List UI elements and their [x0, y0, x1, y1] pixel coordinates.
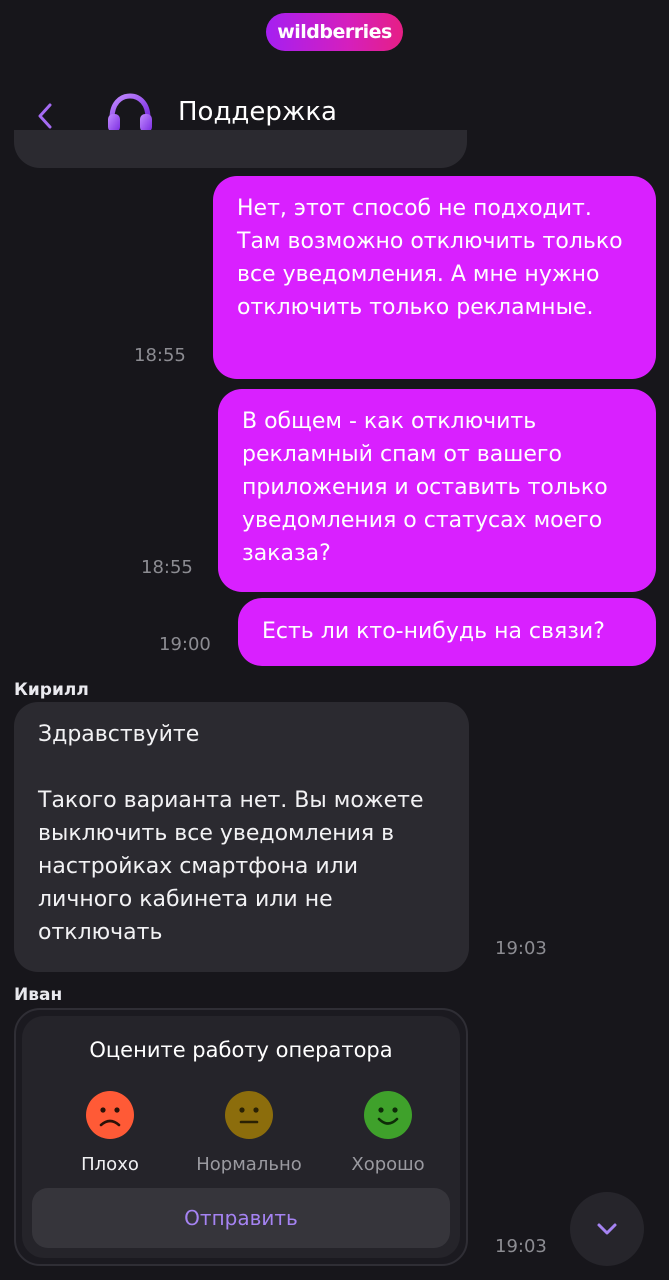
neutral-face-icon — [225, 1091, 273, 1139]
message-greeting: Здравствуйте — [38, 722, 200, 747]
message-time: 18:55 — [141, 557, 193, 578]
back-button[interactable] — [30, 98, 60, 134]
rate-label: Нормально — [196, 1154, 302, 1175]
outgoing-message[interactable]: Нет, этот способ не подходит. Там возмож… — [213, 176, 656, 379]
rating-title: Оцените работу оператора — [89, 1038, 393, 1062]
outgoing-message[interactable]: В общем - как отключить рекламный спам о… — [218, 389, 656, 592]
message-text: В общем - как отключить рекламный спам о… — [242, 409, 608, 566]
wildberries-logo: wildberries — [266, 13, 403, 51]
logo-text: wildberries — [277, 21, 392, 43]
message-time: 19:03 — [495, 1236, 547, 1257]
sender-name: Кирилл — [14, 680, 89, 700]
rate-bad[interactable]: Плохо — [40, 1090, 180, 1175]
outgoing-message[interactable]: Есть ли кто-нибудь на связи? — [238, 598, 656, 666]
message-text: Есть ли кто-нибудь на связи? — [262, 619, 605, 644]
scroll-down-button[interactable] — [570, 1192, 644, 1266]
rate-normal[interactable]: Нормально — [179, 1090, 319, 1175]
chevron-left-icon — [38, 103, 52, 129]
message-time: 18:55 — [134, 345, 186, 366]
sender-name: Иван — [14, 985, 63, 1005]
rate-good[interactable]: Хорошо — [318, 1090, 458, 1175]
rating-card: Оцените работу оператора Плохо Нормально — [14, 1008, 468, 1266]
rating-panel: Оцените работу оператора Плохо Нормально — [22, 1016, 460, 1258]
sad-face-icon — [86, 1091, 134, 1139]
message-text: Такого варианта нет. Вы можете выключить… — [38, 788, 424, 945]
rate-label: Плохо — [81, 1154, 139, 1175]
chevron-down-icon — [597, 1223, 617, 1235]
message-time: 19:03 — [495, 938, 547, 959]
smile-face-icon — [364, 1091, 412, 1139]
message-text: Нет, этот способ не подходит. Там возмож… — [237, 196, 623, 320]
chat-title: Поддержка — [178, 97, 337, 127]
message-time: 19:00 — [159, 634, 211, 655]
send-rating-button[interactable]: Отправить — [32, 1188, 450, 1248]
previous-message-bubble — [14, 130, 467, 168]
rate-label: Хорошо — [351, 1154, 425, 1175]
incoming-message[interactable]: Здравствуйте Такого варианта нет. Вы мож… — [14, 702, 469, 972]
